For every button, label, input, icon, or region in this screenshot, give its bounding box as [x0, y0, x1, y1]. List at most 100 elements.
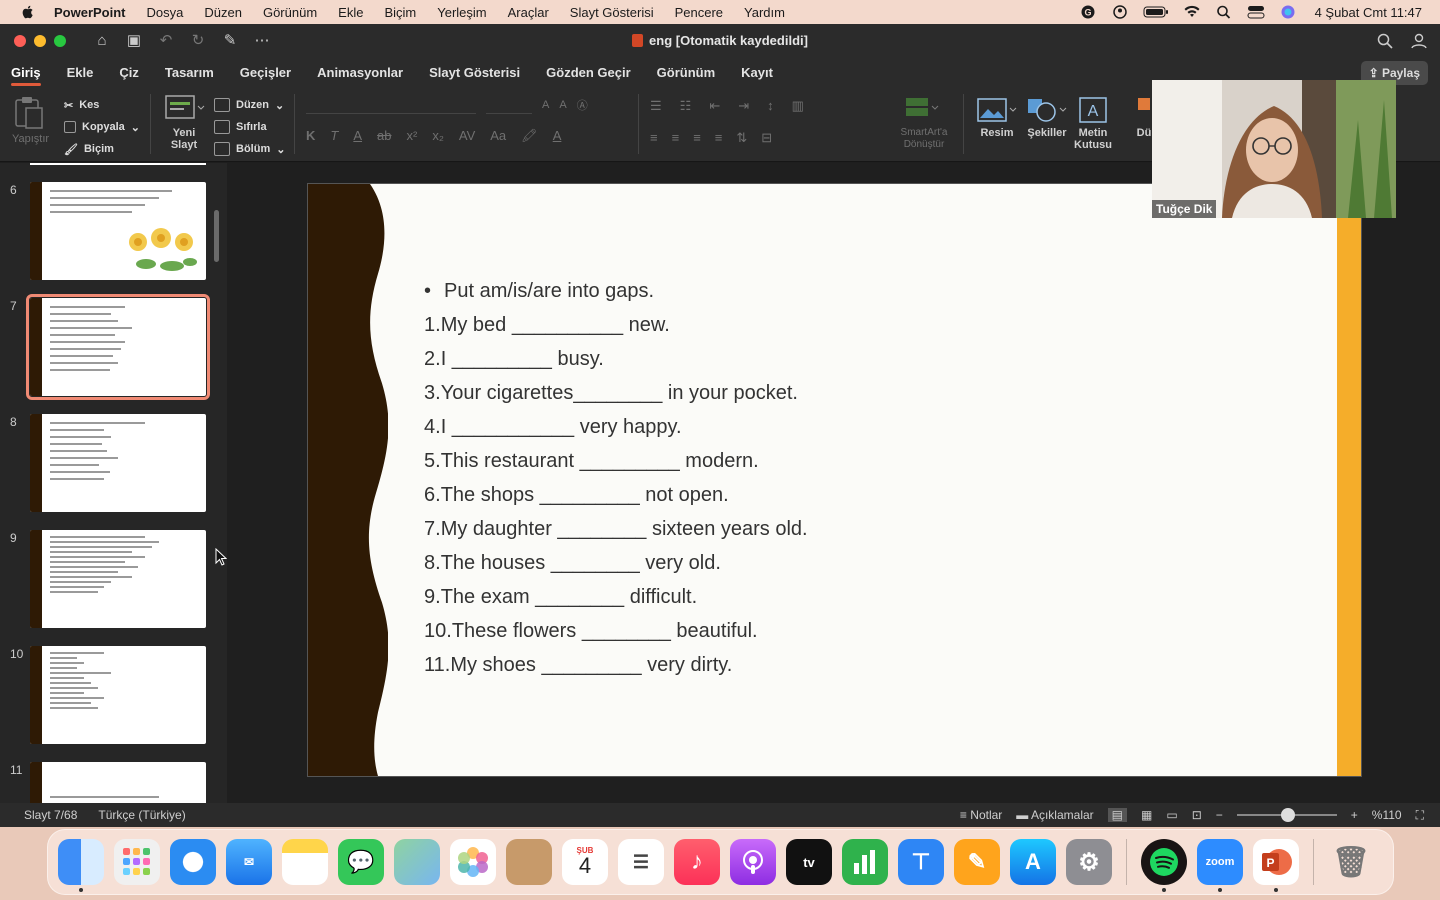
battery-icon[interactable] [1143, 5, 1169, 19]
webcam-video-overlay[interactable]: Tuğçe Dik [1152, 80, 1396, 218]
normal-view-icon[interactable]: ▤ [1107, 808, 1127, 822]
reminders-icon[interactable]: ☰ [618, 839, 664, 885]
decrease-font-icon[interactable]: A [559, 99, 566, 111]
tab-draw[interactable]: Çiz [119, 65, 139, 80]
pen-icon[interactable]: ✎ [220, 31, 240, 51]
apple-tv-icon[interactable]: tv [786, 839, 832, 885]
align-text-icon[interactable]: ⊟ [761, 130, 772, 146]
slide-thumbnail-9[interactable] [30, 530, 206, 628]
subscript-icon[interactable]: x₂ [432, 128, 444, 144]
zoom-slider-knob[interactable] [1280, 808, 1295, 822]
close-window-button[interactable] [14, 35, 26, 47]
tab-transitions[interactable]: Geçişler [240, 65, 291, 80]
tab-record[interactable]: Kayıt [741, 65, 773, 80]
menu-layout[interactable]: Yerleşim [437, 5, 486, 20]
zoom-in-icon[interactable]: + [1351, 808, 1358, 822]
safari-icon[interactable] [170, 839, 216, 885]
slide-thumbnail-8[interactable] [30, 414, 206, 512]
home-icon[interactable]: ⌂ [92, 31, 112, 51]
slideshow-view-icon[interactable]: ⊡ [1192, 808, 1202, 822]
tab-review[interactable]: Gözden Geçir [546, 65, 631, 80]
apple-menu-icon[interactable] [20, 4, 36, 20]
tab-animations[interactable]: Animasyonlar [317, 65, 403, 80]
undo-icon[interactable]: ↶ [156, 31, 176, 51]
current-slide[interactable]: • Put am/is/are into gaps. 1.My bed _____… [307, 183, 1362, 777]
grammarly-icon[interactable]: G [1079, 5, 1097, 19]
slide-thumbnail-11[interactable] [30, 762, 206, 803]
slide-sorter-icon[interactable]: ▦ [1141, 808, 1152, 822]
notes-app-icon[interactable] [282, 839, 328, 885]
slide-thumbnail-6[interactable] [30, 182, 206, 280]
menu-insert[interactable]: Ekle [338, 5, 363, 20]
numbering-icon[interactable]: ☷ [680, 98, 692, 114]
wifi-icon[interactable] [1183, 5, 1201, 19]
keynote-icon[interactable]: ⊤ [898, 839, 944, 885]
more-icon[interactable]: ⋯ [252, 31, 272, 51]
maps-icon[interactable] [394, 839, 440, 885]
highlight-icon[interactable]: 🖍 [521, 128, 538, 144]
menu-file[interactable]: Dosya [147, 5, 184, 20]
powerpoint-icon[interactable]: P [1253, 839, 1299, 892]
copy-button[interactable]: Kopyala ⌄ [64, 116, 140, 138]
menu-format[interactable]: Biçim [384, 5, 416, 20]
music-icon[interactable]: ♪ [674, 839, 720, 885]
photos-icon[interactable] [450, 839, 496, 885]
cut-button[interactable]: ✂ Kes [64, 94, 140, 116]
char-spacing-icon[interactable]: AV [459, 128, 475, 144]
convert-smartart-button[interactable]: SmartArt'a Dönüştür [896, 94, 952, 151]
spotify-icon[interactable] [1141, 839, 1187, 892]
font-color-icon[interactable]: A [553, 128, 562, 144]
calendar-icon[interactable]: ŞUB 4 [562, 839, 608, 885]
insert-textbox-button[interactable]: A Metin Kutusu [1072, 96, 1114, 151]
italic-icon[interactable]: T [330, 128, 338, 144]
contacts-icon[interactable] [506, 839, 552, 885]
insert-picture-button[interactable]: Resim [974, 96, 1020, 139]
section-button[interactable]: Bölüm ⌄ [214, 138, 285, 160]
font-size-select[interactable] [486, 96, 532, 114]
zoom-app-icon[interactable]: zoom [1197, 839, 1243, 892]
insert-shapes-button[interactable]: Şekiller [1024, 96, 1070, 139]
minimize-window-button[interactable] [34, 35, 46, 47]
app-store-icon[interactable]: A [1010, 839, 1056, 885]
tab-insert[interactable]: Ekle [67, 65, 94, 80]
columns-icon[interactable]: ▥ [792, 98, 804, 114]
spotlight-search-icon[interactable] [1215, 5, 1233, 19]
messages-icon[interactable]: 💬 [338, 839, 384, 885]
new-slide-button[interactable]: Yeni Slayt [162, 94, 206, 151]
slide-thumbnail-7[interactable] [26, 294, 210, 400]
menu-help[interactable]: Yardım [744, 5, 785, 20]
menu-clock[interactable]: 4 Şubat Cmt 11:47 [1315, 5, 1422, 20]
superscript-icon[interactable]: x² [406, 128, 417, 144]
tab-view[interactable]: Görünüm [657, 65, 716, 80]
font-name-select[interactable] [306, 96, 476, 114]
finder-icon[interactable] [58, 839, 104, 892]
slide-thumbnail-10[interactable] [30, 646, 206, 744]
decrease-indent-icon[interactable]: ⇤ [709, 98, 720, 114]
zoom-out-icon[interactable]: − [1216, 808, 1223, 822]
zoom-level[interactable]: %110 [1372, 808, 1402, 822]
menu-view[interactable]: Görünüm [263, 5, 317, 20]
increase-indent-icon[interactable]: ⇥ [738, 98, 749, 114]
control-center-icon[interactable] [1247, 5, 1265, 19]
align-left-icon[interactable]: ≡ [650, 130, 658, 146]
siri-icon[interactable] [1279, 5, 1297, 19]
line-spacing-icon[interactable]: ↕ [767, 98, 774, 114]
fullscreen-window-button[interactable] [54, 35, 66, 47]
fit-slide-icon[interactable]: ⛶ [1416, 808, 1424, 823]
pages-icon[interactable]: ✎ [954, 839, 1000, 885]
zoom-slider[interactable] [1236, 808, 1337, 822]
align-center-icon[interactable]: ≡ [672, 130, 680, 146]
change-case-icon[interactable]: Aa [490, 128, 506, 144]
comments-button[interactable]: ▬ Açıklamalar [1016, 808, 1093, 822]
menu-tools[interactable]: Araçlar [508, 5, 549, 20]
menu-app-name[interactable]: PowerPoint [54, 5, 126, 20]
bullets-icon[interactable]: ☰ [650, 98, 662, 114]
reset-button[interactable]: Sıfırla [214, 116, 285, 138]
slide-text-body[interactable]: • Put am/is/are into gaps. 1.My bed _____… [424, 274, 808, 682]
format-painter-button[interactable]: 🖌 Biçim [64, 138, 140, 160]
tab-design[interactable]: Tasarım [165, 65, 214, 80]
text-direction-icon[interactable]: ⇅ [736, 130, 747, 146]
underline-icon[interactable]: A [353, 128, 362, 144]
strikethrough-icon[interactable]: ab [377, 128, 391, 144]
align-right-icon[interactable]: ≡ [693, 130, 701, 146]
